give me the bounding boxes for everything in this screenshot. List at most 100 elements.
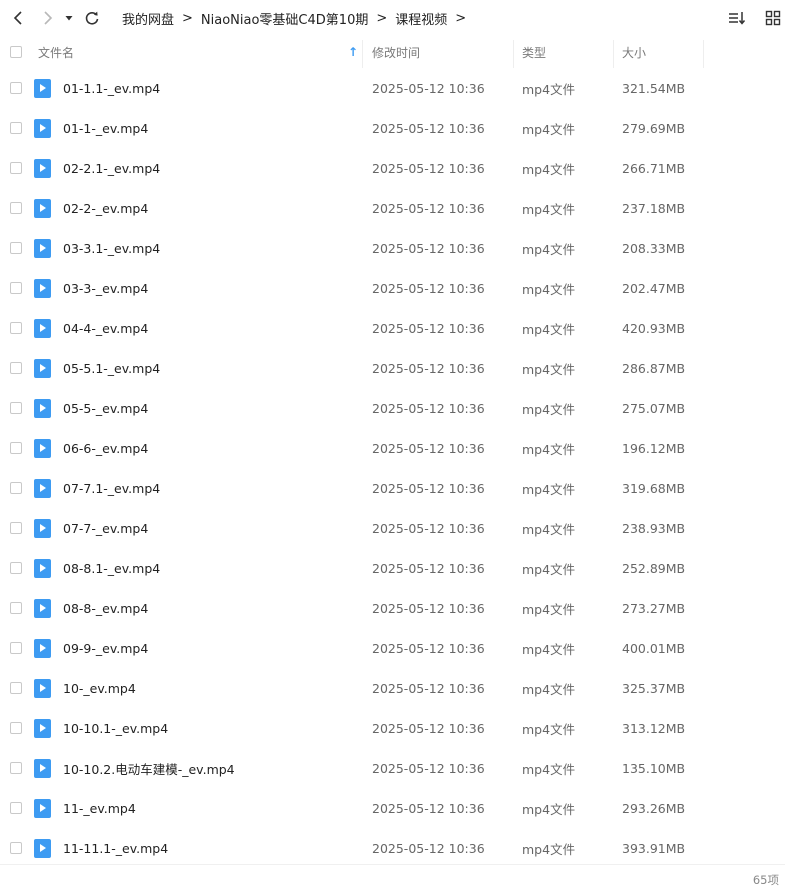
file-type: mp4文件 [522, 561, 576, 577]
file-name[interactable]: 03-3-_ev.mp4 [63, 268, 148, 308]
row-checkbox-cell [10, 548, 22, 588]
file-name[interactable]: 11-_ev.mp4 [63, 788, 136, 828]
file-name[interactable]: 11-11.1-_ev.mp4 [63, 828, 168, 868]
forward-button[interactable] [36, 6, 60, 30]
column-divider [613, 40, 614, 68]
file-size: 275.07MB [622, 400, 686, 416]
file-row[interactable]: 10-10.2.电动车建模-_ev.mp4 2025-05-12 10:36 mp4… [0, 748, 785, 788]
file-name[interactable]: 10-10.2.电动车建模-_ev.mp4 [63, 748, 235, 788]
file-icon-cell [34, 268, 51, 308]
video-file-icon [34, 398, 51, 418]
row-checkbox[interactable] [10, 642, 22, 654]
file-type: mp4文件 [522, 281, 576, 297]
row-checkbox[interactable] [10, 602, 22, 614]
file-name[interactable]: 07-7.1-_ev.mp4 [63, 468, 160, 508]
file-name[interactable]: 08-8.1-_ev.mp4 [63, 548, 160, 588]
file-row[interactable]: 02-2.1-_ev.mp4 2025-05-12 10:36 mp4文件 266.7… [0, 148, 785, 188]
file-modified: 2025-05-12 10:36 [372, 640, 485, 656]
file-name[interactable]: 04-4-_ev.mp4 [63, 308, 148, 348]
file-name[interactable]: 02-2-_ev.mp4 [63, 188, 148, 228]
file-row[interactable]: 01-1.1-_ev.mp4 2025-05-12 10:36 mp4文件 321.5… [0, 68, 785, 108]
row-checkbox[interactable] [10, 482, 22, 494]
breadcrumb-item-root[interactable]: 我的网盘 [122, 9, 174, 28]
column-name[interactable]: 文件名 ↑ [38, 36, 360, 68]
file-row[interactable]: 08-8.1-_ev.mp4 2025-05-12 10:36 mp4文件 252.8… [0, 548, 785, 588]
file-row[interactable]: 11-11.1-_ev.mp4 2025-05-12 10:36 mp4文件 393.… [0, 828, 785, 868]
file-row[interactable]: 05-5.1-_ev.mp4 2025-05-12 10:36 mp4文件 286.8… [0, 348, 785, 388]
file-row[interactable]: 03-3-_ev.mp4 2025-05-12 10:36 mp4文件 202.47M… [0, 268, 785, 308]
file-icon-cell [34, 228, 51, 268]
row-checkbox[interactable] [10, 362, 22, 374]
file-name[interactable]: 10-_ev.mp4 [63, 668, 136, 708]
file-row[interactable]: 09-9-_ev.mp4 2025-05-12 10:36 mp4文件 400.01M… [0, 628, 785, 668]
file-icon-cell [34, 68, 51, 108]
column-modified[interactable]: 修改时间 [372, 36, 512, 68]
file-row[interactable]: 10-10.1-_ev.mp4 2025-05-12 10:36 mp4文件 313.… [0, 708, 785, 748]
file-name[interactable]: 01-1-_ev.mp4 [63, 108, 148, 148]
file-modified: 2025-05-12 10:36 [372, 600, 485, 616]
file-row[interactable]: 10-_ev.mp4 2025-05-12 10:36 mp4文件 325.37MB [0, 668, 785, 708]
file-name[interactable]: 10-10.1-_ev.mp4 [63, 708, 168, 748]
file-icon-cell [34, 708, 51, 748]
file-name[interactable]: 02-2.1-_ev.mp4 [63, 148, 160, 188]
file-row[interactable]: 04-4-_ev.mp4 2025-05-12 10:36 mp4文件 420.93M… [0, 308, 785, 348]
file-row[interactable]: 08-8-_ev.mp4 2025-05-12 10:36 mp4文件 273.27M… [0, 588, 785, 628]
file-name[interactable]: 05-5-_ev.mp4 [63, 388, 148, 428]
file-row[interactable]: 07-7-_ev.mp4 2025-05-12 10:36 mp4文件 238.93M… [0, 508, 785, 548]
video-file-icon [34, 638, 51, 658]
file-icon-cell [34, 588, 51, 628]
file-icon-cell [34, 428, 51, 468]
select-all-checkbox[interactable] [10, 46, 22, 58]
row-checkbox[interactable] [10, 122, 22, 134]
row-checkbox[interactable] [10, 442, 22, 454]
file-name[interactable]: 09-9-_ev.mp4 [63, 628, 148, 668]
row-checkbox[interactable] [10, 762, 22, 774]
file-type: mp4文件 [522, 441, 576, 457]
breadcrumb-item-videos[interactable]: 课程视频 [395, 9, 447, 28]
column-type[interactable]: 类型 [522, 36, 612, 68]
row-checkbox[interactable] [10, 842, 22, 854]
view-mode-button[interactable] [761, 6, 785, 30]
file-row[interactable]: 03-3.1-_ev.mp4 2025-05-12 10:36 mp4文件 208.3… [0, 228, 785, 268]
file-row[interactable]: 02-2-_ev.mp4 2025-05-12 10:36 mp4文件 237.18M… [0, 188, 785, 228]
file-name[interactable]: 03-3.1-_ev.mp4 [63, 228, 160, 268]
row-checkbox[interactable] [10, 242, 22, 254]
file-type: mp4文件 [522, 81, 576, 97]
file-row[interactable]: 06-6-_ev.mp4 2025-05-12 10:36 mp4文件 196.12M… [0, 428, 785, 468]
file-name[interactable]: 06-6-_ev.mp4 [63, 428, 148, 468]
file-name[interactable]: 01-1.1-_ev.mp4 [63, 68, 160, 108]
file-modified: 2025-05-12 10:36 [372, 360, 485, 376]
file-modified: 2025-05-12 10:36 [372, 800, 485, 816]
column-size[interactable]: 大小 [622, 36, 702, 68]
file-row[interactable]: 07-7.1-_ev.mp4 2025-05-12 10:36 mp4文件 319.6… [0, 468, 785, 508]
row-checkbox-cell [10, 708, 22, 748]
file-name[interactable]: 08-8-_ev.mp4 [63, 588, 148, 628]
video-file-icon [34, 238, 51, 258]
row-checkbox[interactable] [10, 322, 22, 334]
file-name[interactable]: 07-7-_ev.mp4 [63, 508, 148, 548]
file-row[interactable]: 01-1-_ev.mp4 2025-05-12 10:36 mp4文件 279.69M… [0, 108, 785, 148]
video-file-icon [34, 478, 51, 498]
row-checkbox[interactable] [10, 82, 22, 94]
refresh-button[interactable] [80, 6, 104, 30]
row-checkbox[interactable] [10, 282, 22, 294]
row-checkbox-cell [10, 748, 22, 788]
row-checkbox[interactable] [10, 722, 22, 734]
file-row[interactable]: 11-_ev.mp4 2025-05-12 10:36 mp4文件 293.26MB [0, 788, 785, 828]
back-button[interactable] [6, 6, 30, 30]
file-name[interactable]: 05-5.1-_ev.mp4 [63, 348, 160, 388]
history-dropdown-button[interactable] [60, 6, 78, 30]
row-checkbox[interactable] [10, 802, 22, 814]
row-checkbox[interactable] [10, 402, 22, 414]
file-row[interactable]: 05-5-_ev.mp4 2025-05-12 10:36 mp4文件 275.07M… [0, 388, 785, 428]
column-name-label: 文件名 [38, 45, 75, 60]
row-checkbox[interactable] [10, 682, 22, 694]
sort-button[interactable] [725, 6, 749, 30]
row-checkbox[interactable] [10, 562, 22, 574]
row-checkbox[interactable] [10, 162, 22, 174]
breadcrumb-item-course[interactable]: NiaoNiao零基础C4D第10期 [201, 9, 368, 28]
file-icon-cell [34, 388, 51, 428]
video-file-icon [34, 318, 51, 338]
row-checkbox[interactable] [10, 522, 22, 534]
row-checkbox[interactable] [10, 202, 22, 214]
